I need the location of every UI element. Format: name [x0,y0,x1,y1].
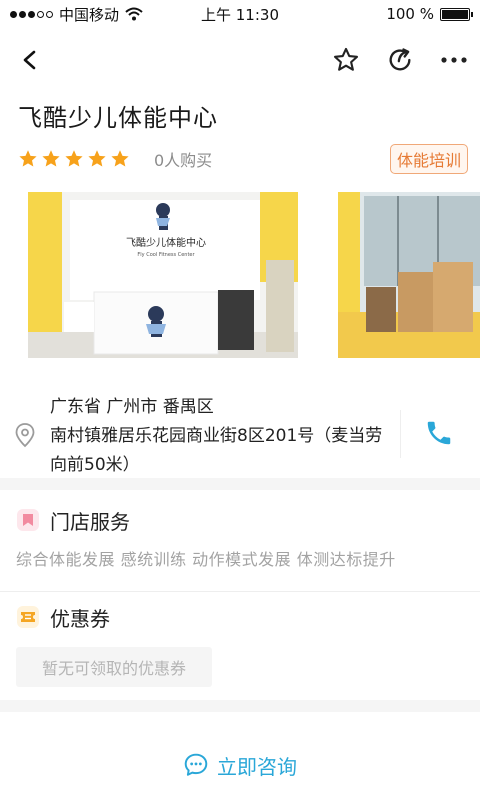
rating-star-icon [19,150,37,167]
share-button[interactable] [382,42,418,78]
favorite-button[interactable] [328,42,364,78]
gallery-photo[interactable] [338,192,480,358]
no-coupon-notice: 暂无可领取的优惠券 [16,647,212,687]
status-left: 中国移动 [10,4,143,25]
address-region: 广东省 广州市 番禺区 [50,397,214,417]
center-sign-subtext: Fly Cool Fitness Center [137,252,195,258]
section-separator [0,478,480,490]
gallery-photo[interactable]: 飞酷少儿体能中心 Fly Cool Fitness Center [28,192,298,358]
more-button[interactable] [436,42,472,78]
coupon-icon [17,606,39,628]
center-sign-text: 飞酷少儿体能中心 [126,236,206,249]
wifi-icon [125,7,143,21]
divider [0,591,480,592]
rating-star-icon [88,150,106,167]
rating-row: 0人购买 体能培训 [18,144,468,174]
rating-star-icon [42,150,60,167]
store-title: 飞酷少儿体能中心 [18,104,218,132]
location-pin-icon [15,423,35,448]
status-bar: 中国移动 上午 11:30 100 % [0,0,480,28]
services-header: 门店服务 [0,500,480,540]
photo-gallery[interactable]: 飞酷少儿体能中心 Fly Cool Fitness Center [0,190,480,360]
signal-icon [10,10,53,18]
status-right: 100 % [386,5,473,23]
buyer-count: 0人购买 [154,151,213,170]
address-divider [400,410,401,458]
rating-star-icon [111,150,129,167]
services-list: 综合体能发展 感统训练 动作模式发展 体测达标提升 [16,550,396,569]
carrier-label: 中国移动 [59,5,120,24]
star-icon [333,47,359,71]
consult-button[interactable]: 立即咨询 [0,730,480,800]
coupon-header: 优惠券 [0,597,480,637]
store-service-icon [17,509,39,531]
rating-stars [18,149,130,169]
back-button[interactable] [12,42,48,78]
section-separator [0,700,480,712]
back-icon [23,50,36,70]
share-icon [389,48,411,71]
address-street: 南村镇雅居乐花园商业街8区201号（麦当劳向前50米） [50,426,383,475]
services-title: 门店服务 [50,509,130,534]
category-tag: 体能培训 [389,144,468,174]
phone-icon[interactable] [424,418,454,448]
consult-label: 立即咨询 [217,754,297,779]
chat-icon [184,753,208,776]
more-icon [441,57,467,63]
rating-star-icon [65,150,83,167]
battery-icon [440,7,473,21]
address-block[interactable]: 广东省 广州市 番禺区 南村镇雅居乐花园商业街8区201号（麦当劳向前50米） [0,380,480,476]
coupon-title: 优惠券 [50,606,110,631]
battery-percent: 100 % [386,5,434,23]
nav-bar [0,36,480,84]
